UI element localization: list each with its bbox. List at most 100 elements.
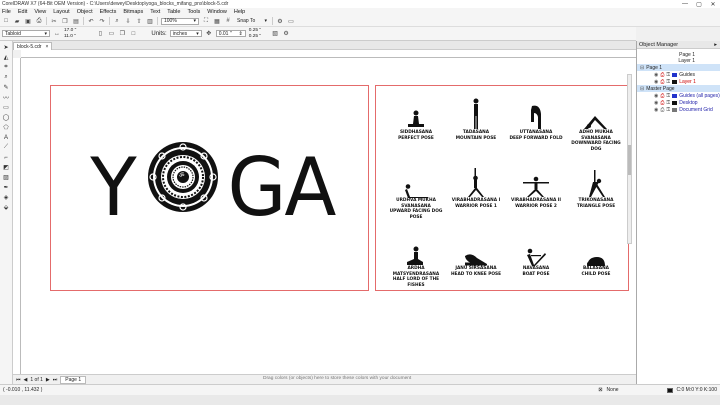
drawing-canvas[interactable]: Y ॐ G A SIDDHASANA PERFECT POSE TADASANA… <box>21 58 636 374</box>
shape-tool-icon[interactable]: ◭ <box>2 53 11 62</box>
menu-text[interactable]: Text <box>150 9 160 15</box>
pose-card[interactable]: TRIKONASANA TRIANGLE POSE <box>566 164 626 209</box>
publish-pdf-icon[interactable]: ▥ <box>146 17 154 25</box>
menu-edit[interactable]: Edit <box>18 9 27 15</box>
collapse-icon[interactable]: ⊟ <box>640 65 644 71</box>
cut-icon[interactable]: ✂ <box>50 17 58 25</box>
close-button[interactable]: ✕ <box>706 0 720 8</box>
paste-icon[interactable]: ▤ <box>72 17 80 25</box>
menu-object[interactable]: Object <box>77 9 93 15</box>
pose-card[interactable]: JANU SIRSASANA HEAD TO KNEE POSE <box>446 232 506 277</box>
menu-file[interactable]: File <box>2 9 11 15</box>
copy-icon[interactable]: ❐ <box>61 17 69 25</box>
prev-page-button[interactable]: ◀ <box>24 377 28 383</box>
lock-icon[interactable]: ⚿ <box>666 72 670 78</box>
portrait-icon[interactable]: ▯ <box>96 30 104 38</box>
pose-card[interactable]: UTTANASANA DEEP FORWARD FOLD <box>506 96 566 141</box>
polygon-tool-icon[interactable]: ⬠ <box>2 123 11 132</box>
duplicate-y-field[interactable]: 0.25 " <box>249 34 261 40</box>
pose-card[interactable]: BALASANA CHILD POSE <box>566 232 626 277</box>
pose-card[interactable]: TADASANA MOUNTAIN POSE <box>446 96 506 141</box>
print-toggle-icon[interactable]: ⎙ <box>660 93 664 99</box>
eyedropper-icon[interactable]: ✒ <box>2 183 11 192</box>
tree-layer-desktop[interactable]: ◉ ⎙ ⚿ Desktop <box>637 99 720 106</box>
document-tab[interactable]: block-5.cdr × <box>13 42 53 50</box>
menu-tools[interactable]: Tools <box>187 9 200 15</box>
eye-icon[interactable]: ◉ <box>654 79 658 85</box>
rectangle-tool-icon[interactable]: ▭ <box>2 103 11 112</box>
page-height-field[interactable]: 11.0 " <box>64 34 76 40</box>
print-toggle-icon[interactable]: ⎙ <box>660 79 664 85</box>
all-pages-icon[interactable]: ❐ <box>118 30 126 38</box>
nudge-distance-field[interactable]: 0.01 " ⇕ <box>215 30 246 37</box>
print-icon[interactable]: ⎙ <box>35 17 43 25</box>
tree-master-page[interactable]: ⊟ Master Page <box>637 85 720 92</box>
lock-icon[interactable]: ⚿ <box>666 100 670 106</box>
menu-view[interactable]: View <box>34 9 46 15</box>
horizontal-ruler[interactable] <box>21 50 636 58</box>
zoom-tool-icon[interactable]: ⌕ <box>2 73 11 82</box>
treat-as-filled-icon[interactable]: ▧ <box>271 30 279 38</box>
options-icon[interactable]: ⚙ <box>282 30 290 38</box>
last-page-button[interactable]: ⏭ <box>53 377 58 383</box>
zoom-level-dropdown[interactable]: 100% ▾ <box>161 17 199 25</box>
menu-bitmaps[interactable]: Bitmaps <box>123 9 143 15</box>
pose-card[interactable]: SIDDHASANA PERFECT POSE <box>386 96 446 141</box>
rulers-icon[interactable]: ▦ <box>213 17 221 25</box>
freehand-tool-icon[interactable]: ✎ <box>2 83 11 92</box>
eye-icon[interactable]: ◉ <box>654 72 658 78</box>
lock-icon[interactable]: ⚿ <box>666 93 670 99</box>
tree-layer-1[interactable]: ◉ ⎙ ⚿ Layer 1 <box>637 78 720 85</box>
open-folder-icon[interactable]: ▰ <box>13 17 21 25</box>
pose-card[interactable]: VIRABHADRASANA I WARRIOR POSE 1 <box>446 164 506 209</box>
tree-layer-guides[interactable]: ◉ ⎙ ⚿ Guides <box>637 71 720 78</box>
print-toggle-icon[interactable]: ⎙ <box>660 72 664 78</box>
eye-icon[interactable]: ◉ <box>654 93 658 99</box>
drop-shadow-icon[interactable]: ◩ <box>2 163 11 172</box>
next-page-button[interactable]: ▶ <box>46 377 50 383</box>
launch-icon[interactable]: ▭ <box>287 17 295 25</box>
units-dropdown[interactable]: inches ▾ <box>169 30 202 37</box>
paper-type-dropdown[interactable]: Tabloid ▾ <box>2 30 50 37</box>
ellipse-tool-icon[interactable]: ◯ <box>2 113 11 122</box>
minimize-button[interactable]: — <box>678 0 692 8</box>
page-tab[interactable]: Page 1 <box>60 375 87 384</box>
snap-to-dropdown[interactable]: Snap To ▾ <box>235 18 269 25</box>
collapse-icon[interactable]: ⊟ <box>640 86 644 92</box>
pose-card[interactable]: URDHVA MUKHA SVANASANA UPWARD FACING DOG… <box>386 164 446 220</box>
artboard-yoga-title[interactable]: Y ॐ G A <box>50 85 369 291</box>
pick-tool-icon[interactable]: ➤ <box>2 43 11 52</box>
menu-window[interactable]: Window <box>207 9 227 15</box>
crop-tool-icon[interactable]: ⌗ <box>2 63 11 72</box>
smart-fill-icon[interactable]: ⬙ <box>2 203 11 212</box>
scroll-thumb[interactable] <box>628 145 631 175</box>
artistic-media-icon[interactable]: 〰 <box>2 93 11 102</box>
print-toggle-icon[interactable]: ⎙ <box>660 107 664 113</box>
tree-page-1[interactable]: ⊟ Page 1 <box>637 64 720 71</box>
letter-g[interactable]: G <box>228 148 287 228</box>
text-tool-icon[interactable]: A <box>2 133 11 142</box>
vertical-ruler[interactable] <box>13 58 21 374</box>
full-screen-icon[interactable]: ⛶ <box>202 17 210 25</box>
undo-icon[interactable]: ↶ <box>87 17 95 25</box>
grid-icon[interactable]: # <box>224 17 232 25</box>
artboard-yoga-poses[interactable]: SIDDHASANA PERFECT POSE TADASANA MOUNTAI… <box>375 85 629 291</box>
new-document-icon[interactable]: □ <box>2 17 10 25</box>
menu-layout[interactable]: Layout <box>53 9 70 15</box>
save-icon[interactable]: ▣ <box>24 17 32 25</box>
close-tab-icon[interactable]: × <box>45 44 48 50</box>
pose-card[interactable]: ADHO MUKHA SVANASANA DOWNWARD FACING DOG <box>566 96 626 152</box>
pose-card[interactable]: NAVASANA BOAT POSE <box>506 232 566 277</box>
search-content-icon[interactable]: ⌕ <box>113 17 121 25</box>
landscape-icon[interactable]: ▭ <box>107 30 115 38</box>
transparency-icon[interactable]: ▨ <box>2 173 11 182</box>
options-icon[interactable]: ⚙ <box>276 17 284 25</box>
lock-icon[interactable]: ⚿ <box>666 79 670 85</box>
parallel-dimension-icon[interactable]: ⟋ <box>2 143 11 152</box>
redo-icon[interactable]: ↷ <box>98 17 106 25</box>
letter-y[interactable]: Y <box>90 148 136 228</box>
menu-effects[interactable]: Effects <box>100 9 117 15</box>
outline-swatch[interactable] <box>666 387 673 393</box>
tree-layer-document-grid[interactable]: ◉ ⎙ ⚿ Document Grid <box>637 106 720 113</box>
eye-icon[interactable]: ◉ <box>654 100 658 106</box>
